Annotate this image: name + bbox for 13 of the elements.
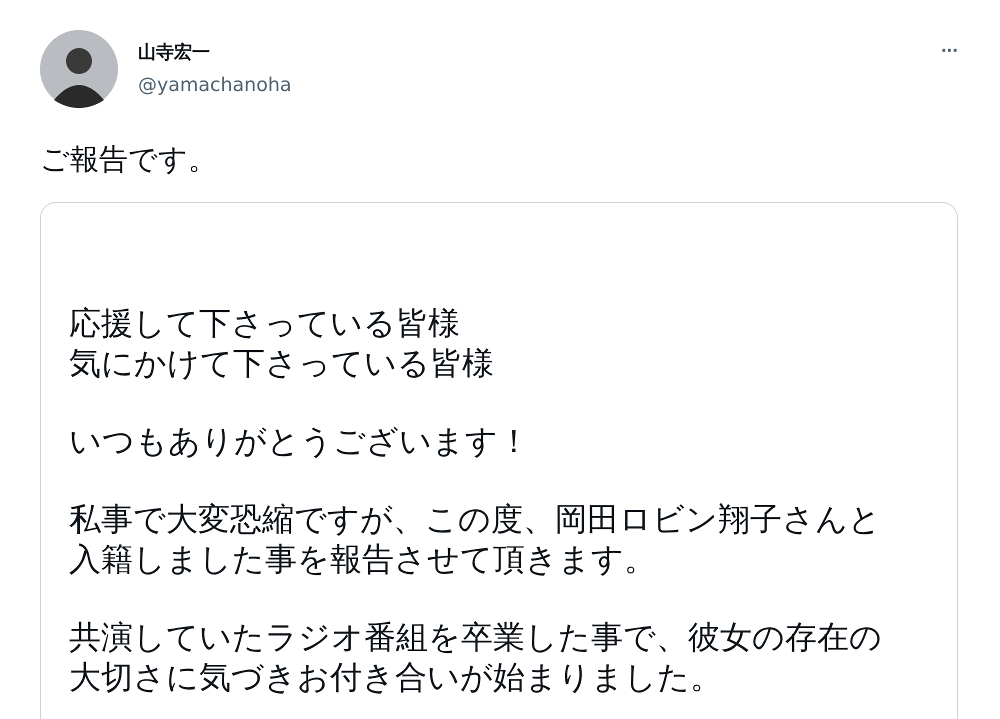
- more-button[interactable]: ···: [941, 40, 958, 63]
- user-handle[interactable]: @yamachanoha: [138, 74, 292, 96]
- statement-line: 入籍しました事を報告させて頂きます。: [69, 540, 656, 579]
- statement-line: 私事で大変恐縮ですが、この度、岡田ロビン翔子さんと: [69, 500, 881, 539]
- statement-line: 大切さに気づきお付き合いが始まりました。: [69, 658, 722, 697]
- display-name[interactable]: 山寺宏一: [138, 40, 210, 64]
- statement-line: 共演していたラジオ番組を卒業した事で、彼女の存在の: [69, 618, 882, 657]
- attached-image[interactable]: 応援して下さっている皆様 気にかけて下さっている皆様 いつもありがとうございます！ 私事で大変恐縮ですが、この度、岡田ロビン翔子さんと 入籍しました事を報告させて頂きます。 共演していたラジオ番組を卒業した事で、彼女の存在の 大切さに気づきお付き合いが始まりました。: [40, 202, 958, 719]
- statement-line: いつもありがとうございます！: [69, 422, 530, 461]
- tweet-text: ご報告です。: [40, 141, 217, 178]
- statement-line: 気にかけて下さっている皆様: [69, 344, 494, 383]
- avatar[interactable]: [40, 30, 118, 108]
- statement-line: 応援して下さっている皆様: [69, 304, 460, 343]
